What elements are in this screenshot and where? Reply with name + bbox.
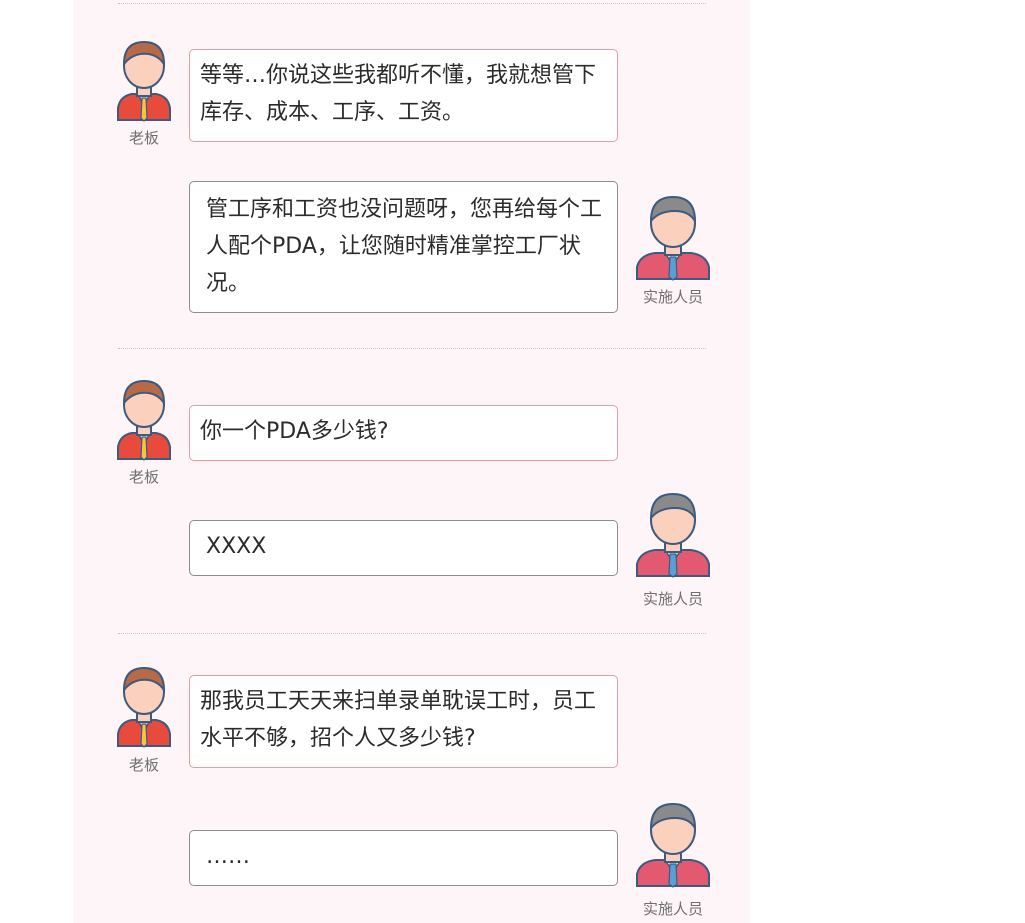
message-bubble-boss: 那我员工天天来扫单录单耽误工时，员工水平不够，招个人又多少钱?	[189, 675, 618, 768]
divider	[118, 3, 706, 4]
message-bubble-staff: XXXX	[189, 520, 618, 576]
message-bubble-staff: 管工序和工资也没问题呀，您再给每个工人配个PDA，让您随时精准掌控工厂状况。	[189, 181, 618, 313]
staff-avatar-icon	[636, 195, 710, 281]
staff-avatar-icon	[636, 802, 710, 888]
boss-avatar-icon	[117, 666, 171, 748]
staff-avatar-icon	[636, 492, 710, 578]
message-bubble-staff: ……	[189, 830, 618, 886]
boss-name: 老板	[128, 468, 159, 486]
divider	[118, 348, 706, 349]
staff-name: 实施人员	[642, 288, 703, 306]
message-bubble-boss: 你一个PDA多少钱?	[189, 405, 618, 461]
boss-name: 老板	[128, 756, 159, 774]
boss-avatar-icon	[117, 379, 171, 461]
staff-name: 实施人员	[642, 900, 703, 918]
boss-name: 老板	[128, 129, 159, 147]
message-bubble-boss: 等等…你说这些我都听不懂，我就想管下库存、成本、工序、工资。	[189, 49, 618, 142]
staff-name: 实施人员	[642, 590, 703, 608]
divider	[118, 633, 706, 634]
boss-avatar-icon	[117, 40, 171, 122]
